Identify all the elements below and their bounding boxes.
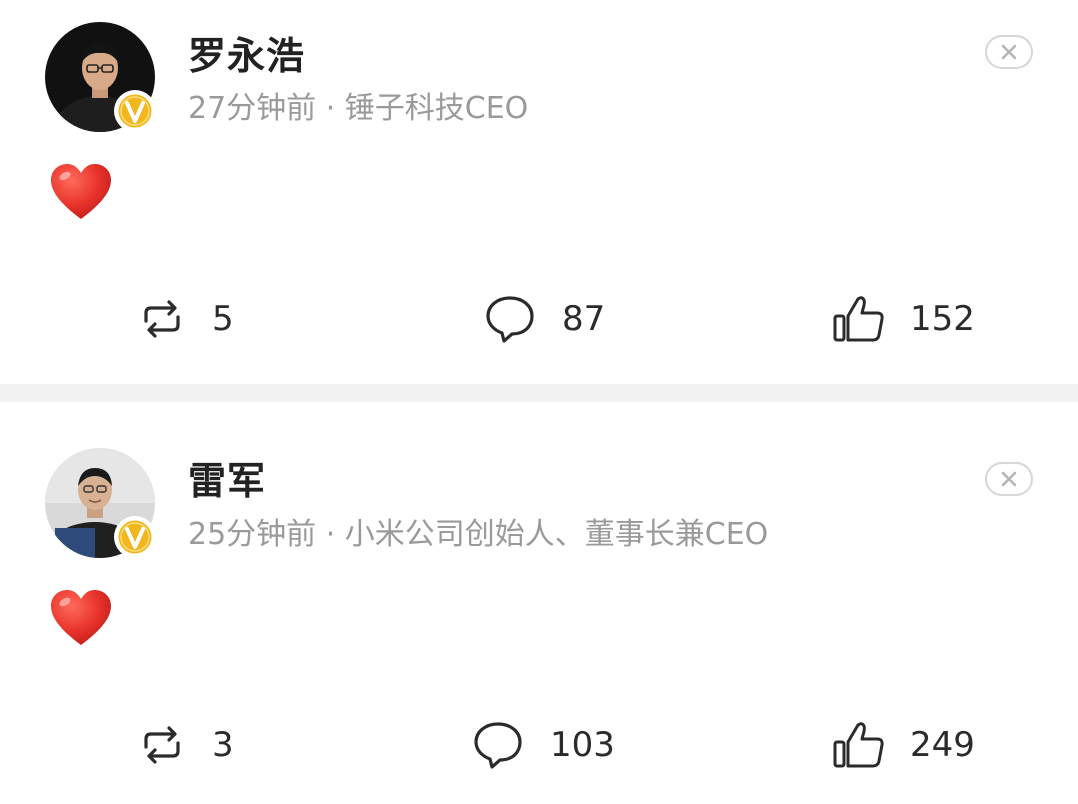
close-icon	[1001, 44, 1017, 60]
post-meta: 25分钟前 · 小米公司创始人、董事长兼CEO	[188, 517, 769, 552]
like-count: 152	[910, 299, 975, 339]
repost-button[interactable]: 3	[138, 720, 234, 770]
post-meta: 27分钟前 · 锤子科技CEO	[188, 91, 529, 126]
comment-button[interactable]: 87	[484, 294, 605, 344]
comment-button[interactable]: 103	[472, 720, 615, 770]
author-name[interactable]: 罗永浩	[188, 33, 305, 79]
verified-v-badge-icon	[114, 90, 156, 132]
repost-icon	[144, 300, 180, 338]
thumbs-up-icon	[833, 722, 884, 768]
post-separator	[0, 384, 1078, 402]
like-button[interactable]: 152	[832, 294, 975, 344]
repost-count: 3	[212, 725, 234, 765]
comment-icon	[474, 722, 522, 769]
weibo-feed: 罗永浩 27分钟前 · 锤子科技CEO 5 87 152 雷军 25分钟前 · …	[0, 0, 1078, 804]
close-button[interactable]	[985, 35, 1033, 69]
author-name[interactable]: 雷军	[188, 458, 266, 504]
red-heart-emoji	[51, 164, 111, 219]
like-count: 249	[910, 725, 975, 765]
like-button[interactable]: 249	[832, 720, 975, 770]
red-heart-emoji	[51, 590, 111, 645]
comment-count: 103	[550, 725, 615, 765]
close-icon	[1001, 471, 1017, 487]
thumbs-up-icon	[833, 296, 884, 342]
comment-count: 87	[562, 299, 606, 339]
verified-v-badge-icon	[114, 516, 156, 558]
repost-button[interactable]: 5	[138, 294, 234, 344]
repost-count: 5	[212, 299, 234, 339]
repost-icon	[144, 726, 180, 764]
comment-icon	[486, 296, 534, 343]
feed-post: 罗永浩 27分钟前 · 锤子科技CEO 5 87 152	[0, 0, 1078, 384]
feed-post: 雷军 25分钟前 · 小米公司创始人、董事长兼CEO 3 103 249	[0, 402, 1078, 804]
close-button[interactable]	[985, 462, 1033, 496]
